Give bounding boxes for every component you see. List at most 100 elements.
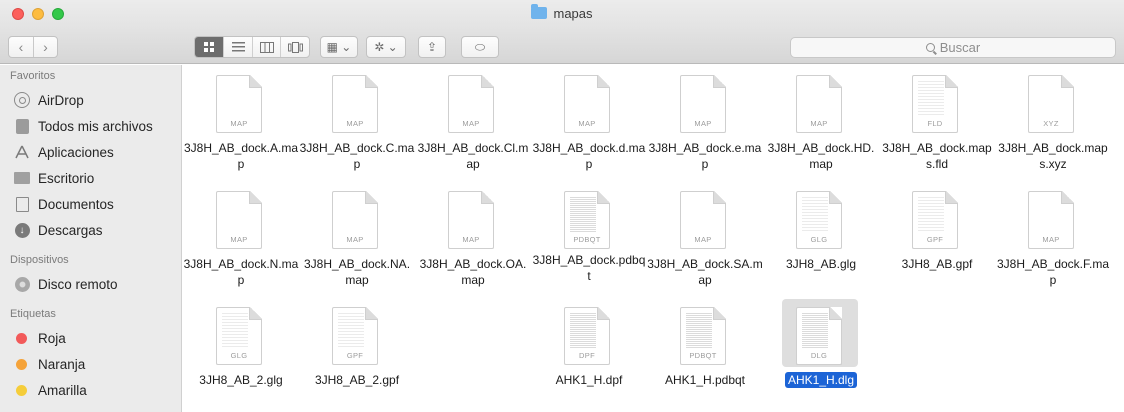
file-name: 3JH8_AB_2.gpf [314,373,400,387]
sidebar-item-downloads[interactable]: ↓ Descargas [0,217,181,243]
columns-view-icon [259,41,274,53]
sidebar-item-airdrop[interactable]: AirDrop [0,87,181,113]
list-view-icon [231,42,245,52]
desktop-icon [14,172,30,184]
sidebar-item-label: Disco remoto [38,276,118,292]
sidebar-item-label: Escritorio [38,170,95,186]
document-icon: XYZ [1028,75,1074,133]
sidebar-item-documents[interactable]: Documentos [0,191,181,217]
file-name: AHK1_H.dlg [763,372,879,388]
file-name: 3J8H_AB_dock.maps.xyz [998,141,1108,171]
document-icon: GLG [796,191,842,249]
document-icon: GPF [332,307,378,365]
sidebar-item-label: Documentos [38,196,114,212]
file-item[interactable]: PDBQT AHK1_H.pdbqt [647,297,763,392]
file-name: 3J8H_AB_dock.d.map [532,141,646,171]
nav-buttons: ‹ › [8,36,58,58]
tag-icon: ⬭ [474,39,486,54]
sidebar-section-devices: Dispositivos [10,254,69,266]
action-menu-button[interactable]: ✲ ⌄ [366,36,406,58]
file-item[interactable]: GPF 3JH8_AB_2.gpf [299,297,415,392]
sidebar-item-remote-disk[interactable]: Disco remoto [0,271,181,297]
file-item[interactable]: MAP 3J8H_AB_dock.HD.map [763,65,879,171]
file-item[interactable]: GLG 3JH8_AB_2.glg [183,297,299,392]
file-item[interactable]: MAP 3J8H_AB_dock.d.map [531,65,647,171]
file-item[interactable]: PDBQT 3J8H_AB_dock.pdbqt [531,181,647,283]
sidebar-section-favorites: Favoritos [10,70,56,82]
file-name: 3J8H_AB_dock.Cl.map [417,141,529,171]
airdrop-icon [14,92,30,108]
group-by-button[interactable]: ▦ ⌄ [320,36,358,58]
document-icon: MAP [216,75,262,133]
disk-icon [14,276,30,292]
view-list-button[interactable] [223,37,252,57]
file-item[interactable]: XYZ 3J8H_AB_dock.maps.xyz [995,65,1111,171]
icon-view-icon [204,42,215,52]
file-name: 3J8H_AB_dock.C.map [299,141,415,171]
document-icon: MAP [216,191,262,249]
toolbar: ‹ › ▦ ⌄ ✲ ⌄ ⇪ ⬭ Buscar [0,28,1124,64]
gear-icon: ✲ ⌄ [374,40,398,54]
sidebar-item-label: Naranja [38,356,86,372]
search-field[interactable]: Buscar [790,37,1116,58]
forward-button[interactable]: › [33,37,57,57]
document-icon: MAP [332,75,378,133]
file-name: 3JH8_AB.gpf [901,257,973,271]
file-item[interactable]: MAP 3J8H_AB_dock.Cl.map [415,65,531,171]
file-item[interactable]: MAP 3J8H_AB_dock.F.map [995,181,1111,287]
sidebar-section-tags: Etiquetas [10,308,56,320]
file-item[interactable]: FLD 3J8H_AB_dock.maps.fld [879,65,995,171]
document-icon: MAP [448,75,494,133]
sidebar-item-tag-yellow[interactable]: Amarilla [0,377,181,403]
red-tag-icon [16,332,27,344]
file-name: AHK1_H.dpf [555,373,623,387]
file-name: 3JH8_AB.glg [785,257,857,271]
view-columns-button[interactable] [251,37,281,57]
file-item[interactable]: MAP 3J8H_AB_dock.NA.map [299,181,415,287]
sidebar-item-tag-orange[interactable]: Naranja [0,351,181,377]
file-item[interactable]: DPF AHK1_H.dpf [531,297,647,392]
sidebar-item-applications[interactable]: Aplicaciones [0,139,181,165]
file-name: 3JH8_AB_2.glg [199,373,283,387]
file-name: 3J8H_AB_dock.pdbqt [532,253,646,283]
file-item[interactable]: GLG 3JH8_AB.glg [763,181,879,276]
file-item[interactable]: MAP 3J8H_AB_dock.e.map [647,65,763,171]
document-icon: PDBQT [564,191,610,249]
file-item[interactable]: MAP 3J8H_AB_dock.A.map [183,65,299,171]
view-icons-button[interactable] [195,37,224,57]
document-icon: PDBQT [680,307,726,365]
file-name: 3J8H_AB_dock.maps.fld [882,141,992,171]
sidebar-item-label: Aplicaciones [38,144,114,160]
file-item[interactable]: MAP 3J8H_AB_dock.SA.map [647,181,763,287]
file-grid: MAP 3J8H_AB_dock.A.map MAP 3J8H_AB_dock.… [183,65,1124,412]
file-name: 3J8H_AB_dock.SA.map [647,257,763,287]
sidebar-item-label: AirDrop [38,92,84,108]
file-item[interactable]: GPF 3JH8_AB.gpf [879,181,995,276]
sidebar-item-label: Amarilla [38,382,87,398]
sidebar-item-desktop[interactable]: Escritorio [0,165,181,191]
back-button[interactable]: ‹ [9,37,33,57]
file-name: 3J8H_AB_dock.HD.map [767,141,875,171]
document-icon: MAP [1028,191,1074,249]
file-item[interactable]: MAP 3J8H_AB_dock.OA.map [415,181,531,287]
file-name: 3J8H_AB_dock.e.map [648,141,762,171]
edit-tags-button[interactable]: ⬭ [461,36,499,58]
group-by-label: ▦ ⌄ [326,40,352,54]
search-placeholder: Buscar [939,40,981,55]
document-icon: MAP [680,191,726,249]
file-item[interactable]: MAP 3J8H_AB_dock.N.map [183,181,299,287]
file-name: 3J8H_AB_dock.F.map [996,257,1110,287]
document-icon: MAP [332,191,378,249]
file-item-selected[interactable]: DLG AHK1_H.dlg [763,297,879,392]
document-icon: MAP [448,191,494,249]
share-button[interactable]: ⇪ [418,36,446,58]
documents-icon [15,196,29,212]
file-item[interactable]: MAP 3J8H_AB_dock.C.map [299,65,415,171]
yellow-tag-icon [16,384,27,396]
view-coverflow-button[interactable] [280,37,309,57]
coverflow-view-icon [287,41,303,53]
sidebar-item-label: Descargas [38,222,103,238]
sidebar-item-tag-red[interactable]: Roja [0,325,181,351]
folder-icon [531,4,548,19]
sidebar-item-all-files[interactable]: Todos mis archivos [0,113,181,139]
